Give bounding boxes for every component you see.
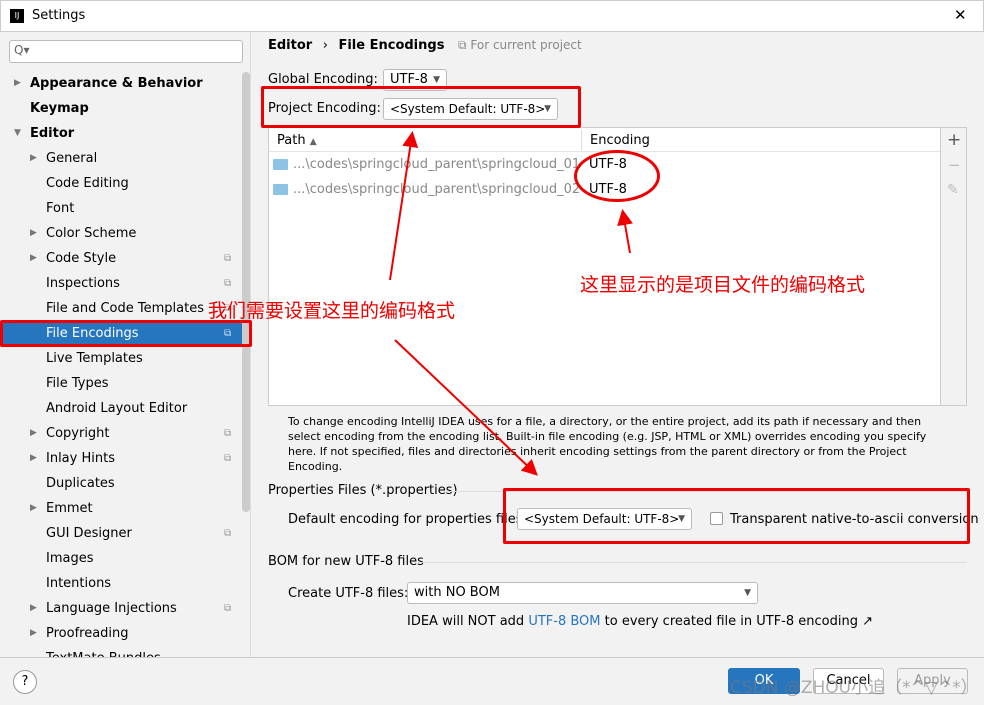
arrow-to-properties [394,339,538,476]
annotation-arrows [389,131,633,476]
arrow-to-project-encoding [389,131,419,281]
arrow-to-encoding-column [617,209,633,254]
annotation-right: 这里显示的是项目文件的编码格式 [580,274,866,296]
annotation-left: 我们需要设置这里的编码格式 [208,300,456,322]
